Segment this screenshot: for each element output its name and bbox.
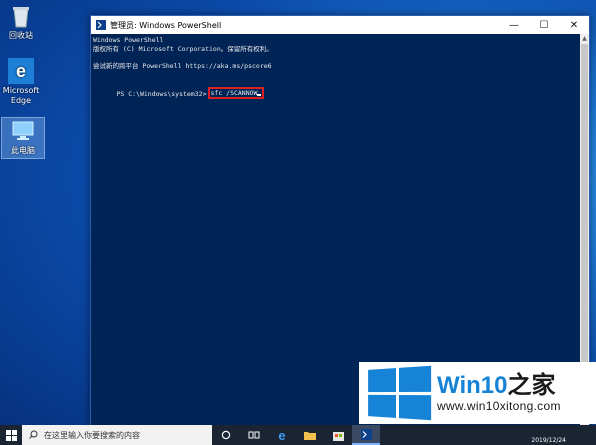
maximize-button[interactable]: ☐	[529, 16, 559, 34]
minimize-button[interactable]: —	[499, 16, 529, 34]
watermark-brand-main: Win10	[437, 372, 508, 399]
watermark-logo: Win10之家 www.win10xitong.com	[359, 362, 596, 424]
task-view-icon	[248, 431, 260, 439]
close-button[interactable]: ✕	[559, 16, 589, 34]
taskbar: 在这里输入你要搜索的内容 e 2019/12/24	[0, 425, 596, 445]
task-view-button[interactable]	[240, 425, 268, 445]
prompt-line[interactable]: PS C:\Windows\system32> sfc /SCANNOW	[93, 79, 589, 100]
powershell-icon	[360, 428, 372, 440]
windows-logo-icon	[368, 365, 432, 421]
start-button[interactable]	[0, 425, 22, 445]
search-placeholder: 在这里输入你要搜索的内容	[44, 430, 140, 440]
desktop-icon-label: Microsoft Edge	[2, 86, 40, 105]
edge-icon: e	[278, 427, 286, 443]
window-title: 管理员: Windows PowerShell	[110, 20, 222, 30]
console-line: 版权所有 (C) Microsoft Corporation。保留所有权利。	[93, 44, 273, 53]
watermark-url: www.win10xitong.com	[437, 399, 561, 413]
desktop-icon-recycle-bin[interactable]: 回收站	[0, 3, 42, 41]
highlighted-command: sfc /SCANNOW	[207, 86, 265, 100]
this-pc-icon	[10, 118, 36, 144]
recycle-bin-icon	[8, 3, 34, 29]
taskbar-edge-button[interactable]: e	[268, 425, 296, 445]
prompt-text: PS C:\Windows\system32>	[116, 89, 207, 98]
watermark-brand-suffix: 之家	[507, 372, 556, 399]
taskbar-powershell-button[interactable]	[352, 425, 380, 445]
taskbar-date[interactable]: 2019/12/24	[531, 437, 566, 444]
windows-logo-icon	[5, 429, 17, 441]
command-text: sfc /SCANNOW	[210, 88, 258, 97]
console-line: 尝试新的跨平台 PowerShell https://aka.ms/pscore…	[93, 61, 272, 70]
console-line: Windows PowerShell	[93, 36, 164, 44]
desktop-icon-edge[interactable]: e Microsoft Edge	[0, 58, 42, 106]
powershell-icon	[96, 20, 106, 30]
cortana-icon	[221, 430, 231, 440]
cortana-button[interactable]	[212, 425, 240, 445]
text-cursor	[257, 93, 262, 96]
window-titlebar[interactable]: 管理员: Windows PowerShell — ☐ ✕	[91, 16, 589, 34]
desktop-icon-label: 回收站	[9, 31, 33, 40]
store-icon	[332, 431, 344, 441]
scroll-up-icon[interactable]: ▲	[580, 34, 589, 44]
edge-icon: e	[8, 58, 34, 84]
taskbar-search-box[interactable]: 在这里输入你要搜索的内容	[22, 425, 212, 445]
desktop-icon-label: 此电脑	[11, 146, 35, 155]
desktop-icon-this-pc[interactable]: 此电脑	[1, 117, 45, 159]
taskbar-file-explorer-button[interactable]	[296, 425, 324, 445]
watermark-brand: Win10之家	[437, 373, 561, 399]
taskbar-store-button[interactable]	[324, 425, 352, 445]
folder-icon	[304, 432, 316, 440]
search-icon	[29, 430, 38, 441]
